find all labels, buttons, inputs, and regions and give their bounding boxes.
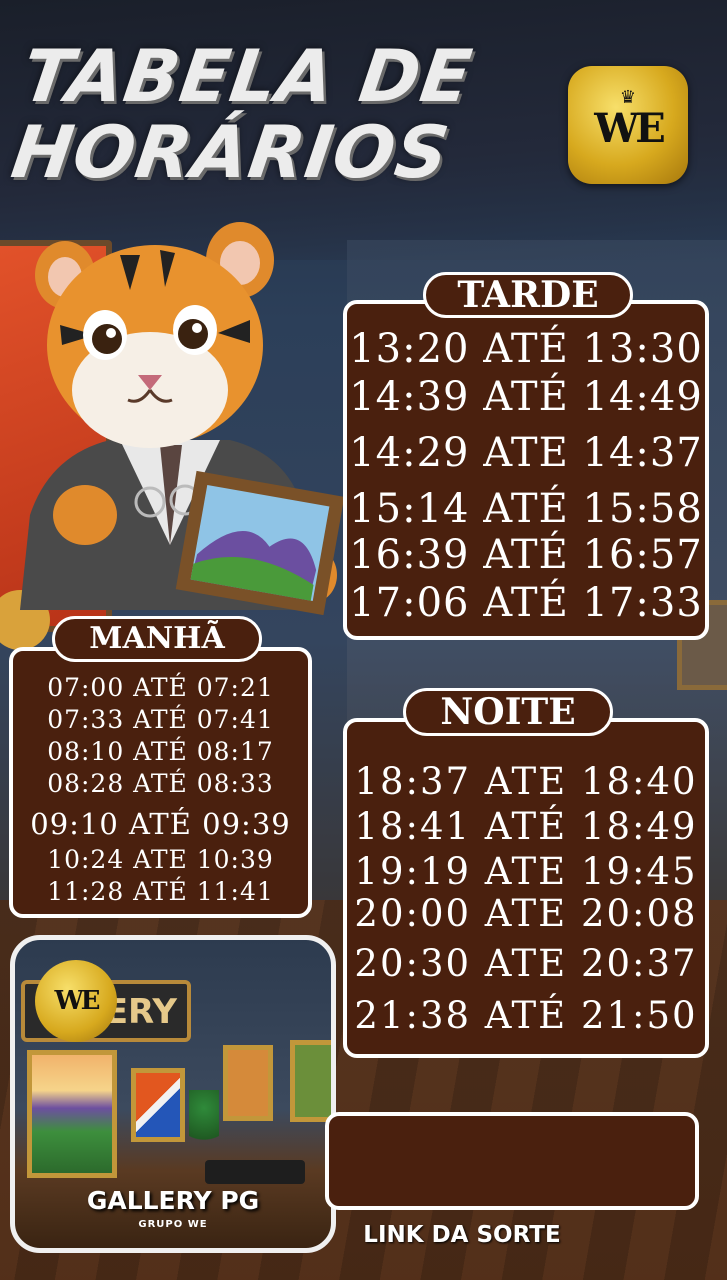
gallery-painting-abstract xyxy=(131,1068,185,1142)
brand-logo-sub xyxy=(626,152,629,160)
tarde-row: 17:06 ATÉ 17:33 xyxy=(349,580,703,626)
noite-schedule-panel: 18:37 ATE 18:40 18:41 ATÉ 18:49 19:19 AT… xyxy=(343,718,709,1058)
noite-row: 19:19 ATE 19:45 xyxy=(354,850,698,893)
noite-row: 18:41 ATÉ 18:49 xyxy=(354,805,698,848)
tarde-row: 14:39 ATÉ 14:49 xyxy=(349,374,703,420)
noite-row: 18:37 ATE 18:40 xyxy=(354,760,698,803)
tarde-row: 13:20 ATÉ 13:30 xyxy=(349,326,703,372)
gallery-painting-landscape xyxy=(27,1050,117,1178)
tarde-row: 15:14 ATÉ 15:58 xyxy=(349,486,703,532)
brand-logo: ♛ WE xyxy=(568,66,688,184)
noite-label: NOITE xyxy=(403,688,613,736)
title-line-2: HORÁRIOS xyxy=(6,110,455,194)
tarde-row: 14:29 ATE 14:37 xyxy=(349,430,703,476)
brand-logo-mark: WE xyxy=(594,104,665,152)
title-line-1: TABELA DE xyxy=(17,34,478,118)
gallery-plant xyxy=(189,1090,219,1150)
noite-row: 20:30 ATE 20:37 xyxy=(354,942,698,985)
manha-row: 07:00 ATÉ 07:21 xyxy=(47,673,274,702)
manha-row: 11:28 ATÉ 11:41 xyxy=(47,877,274,906)
gallery-logo: WE xyxy=(35,960,117,1042)
gallery-title: GALLERY PG xyxy=(86,1186,260,1215)
page-title: TABELA DE HORÁRIOS xyxy=(6,34,588,194)
tarde-schedule-panel: 13:20 ATÉ 13:30 14:39 ATÉ 14:49 14:29 AT… xyxy=(343,300,709,640)
link-box[interactable] xyxy=(325,1112,699,1210)
tiger-mascot-illustration xyxy=(20,222,345,615)
manha-label: MANHÃ xyxy=(52,616,262,662)
manha-row: 08:10 ATÉ 08:17 xyxy=(47,737,274,766)
gallery-painting-portrait xyxy=(223,1045,273,1121)
tarde-label: TARDE xyxy=(423,272,633,318)
gallery-subtitle: GRUPO WE xyxy=(138,1219,208,1230)
tarde-row: 16:39 ATÉ 16:57 xyxy=(349,532,703,578)
manha-row: 07:33 ATÉ 07:41 xyxy=(47,705,274,734)
gallery-bench xyxy=(205,1160,305,1184)
manha-row: 08:28 ATÉ 08:33 xyxy=(47,769,274,798)
noite-row: 21:38 ATÉ 21:50 xyxy=(354,994,698,1037)
manha-row: 10:24 ATE 10:39 xyxy=(47,845,274,874)
gallery-pg-card[interactable]: LLERY WE GALLERY PG GRUPO WE xyxy=(10,935,336,1253)
manha-row: 09:10 ATÉ 09:39 xyxy=(30,807,291,841)
gallery-painting-flowers xyxy=(290,1040,331,1122)
manha-schedule-panel: 07:00 ATÉ 07:21 07:33 ATÉ 07:41 08:10 AT… xyxy=(9,647,312,918)
noite-row: 20:00 ATE 20:08 xyxy=(354,892,698,935)
crown-icon: ♛ xyxy=(619,86,637,108)
link-da-sorte-label[interactable]: LINK DA SORTE xyxy=(352,1222,572,1248)
